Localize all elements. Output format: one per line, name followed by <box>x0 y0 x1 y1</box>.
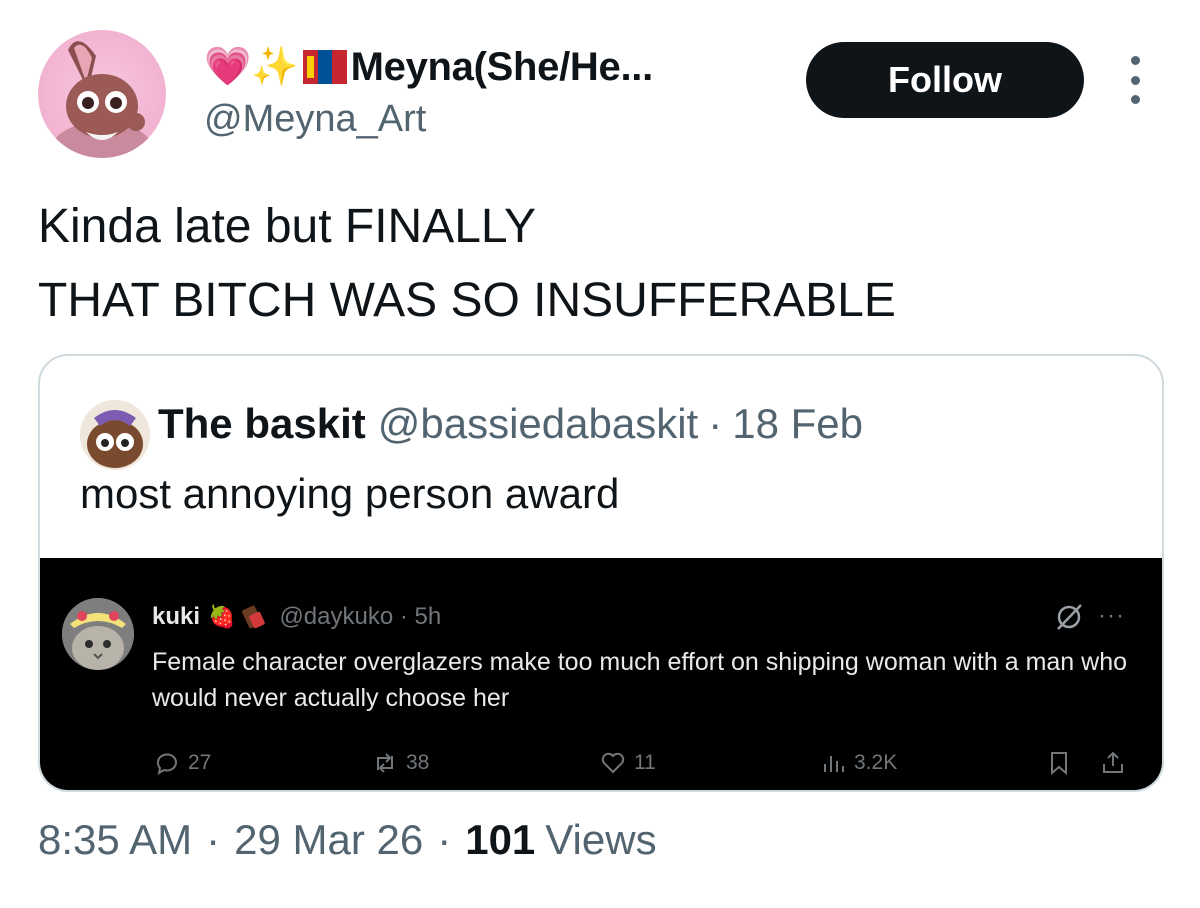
follow-button[interactable]: Follow <box>806 42 1084 118</box>
tweet-meta: 8:35 AM · 29 Mar 26 · 101 Views <box>38 816 657 864</box>
cat-avatar-art <box>62 598 134 670</box>
chocolate-bar-icon <box>242 605 266 629</box>
quoted-avatar-art <box>80 400 150 470</box>
share-icon <box>1103 751 1123 773</box>
embedded-share <box>1100 750 1126 776</box>
views-chart-icon <box>824 756 844 772</box>
bookmark-icon <box>1051 752 1067 776</box>
quoted-tweet-card[interactable]: The baskit @bassiedabaskit · 18 Feb most… <box>38 354 1164 792</box>
display-name-emoji: 💗✨ <box>204 46 299 88</box>
views-count: 3.2K <box>854 751 898 774</box>
repost-count: 38 <box>406 751 430 774</box>
embedded-tweet-text: Female character overglazers make too mu… <box>152 648 1128 712</box>
quoted-author-name[interactable]: The baskit <box>158 400 366 448</box>
separator-dot: · <box>437 816 452 863</box>
author-handle[interactable]: @Meyna_Art <box>204 98 426 141</box>
author-avatar[interactable] <box>38 30 166 158</box>
quoted-tweet-date[interactable]: 18 Feb <box>732 400 863 448</box>
like-count: 11 <box>634 751 656 774</box>
tweet-date[interactable]: 29 Mar 26 <box>234 816 423 864</box>
embedded-bookmark <box>1046 750 1072 776</box>
reply-icon <box>156 753 177 776</box>
quoted-tweet-text: most annoying person award <box>80 470 620 517</box>
embedded-like: 11 <box>600 750 656 776</box>
reply-count: 27 <box>188 751 212 774</box>
embedded-author-handle: @daykuko · 5h <box>279 603 442 630</box>
display-name: Meyna(She/He... <box>350 44 654 89</box>
separator-dot: · <box>206 816 221 863</box>
separator-dot: · <box>708 400 723 447</box>
mongolia-flag-icon <box>302 50 347 84</box>
embedded-name-emoji: 🍓 <box>208 604 236 629</box>
embedded-author-avatar <box>62 598 134 670</box>
quoted-author-avatar[interactable] <box>80 400 150 470</box>
tweet-text: Kinda late but FINALLY THAT BITCH WAS SO… <box>38 190 1158 338</box>
tweet-line-2: THAT BITCH WAS SO INSUFFERABLE <box>38 274 896 327</box>
heart-icon <box>601 752 625 774</box>
quoted-author-handle[interactable]: @bassiedabaskit <box>378 400 698 448</box>
author-avatar-art <box>52 41 152 158</box>
author-name-row[interactable]: 💗✨ Meyna(She/He... <box>204 42 653 92</box>
embedded-repost: 38 <box>372 750 429 776</box>
more-dot <box>1130 95 1140 104</box>
tweet-views-count: 101 <box>465 816 536 863</box>
repost-icon <box>377 753 393 773</box>
embedded-screenshot[interactable]: kuki 🍓 @daykuko · 5h ··· Female characte… <box>40 558 1162 790</box>
more-dot <box>1130 56 1140 65</box>
embedded-author-name: kuki <box>152 603 201 630</box>
tweet-views-label: Views <box>545 816 657 863</box>
embedded-views: 3.2K <box>820 750 897 776</box>
more-options-icon[interactable] <box>1120 56 1150 104</box>
embedded-reply: 27 <box>154 750 211 776</box>
quoted-tweet-header: The baskit @bassiedabaskit · 18 Feb <box>158 396 863 452</box>
tweet-line-1: Kinda late but FINALLY <box>38 200 537 253</box>
grok-icon <box>1057 604 1082 630</box>
tweet-time[interactable]: 8:35 AM <box>38 816 192 864</box>
embedded-more-icon: ··· <box>1098 602 1125 629</box>
embedded-tweet-header: kuki 🍓 @daykuko · 5h <box>152 602 441 632</box>
more-dot <box>1130 75 1140 85</box>
